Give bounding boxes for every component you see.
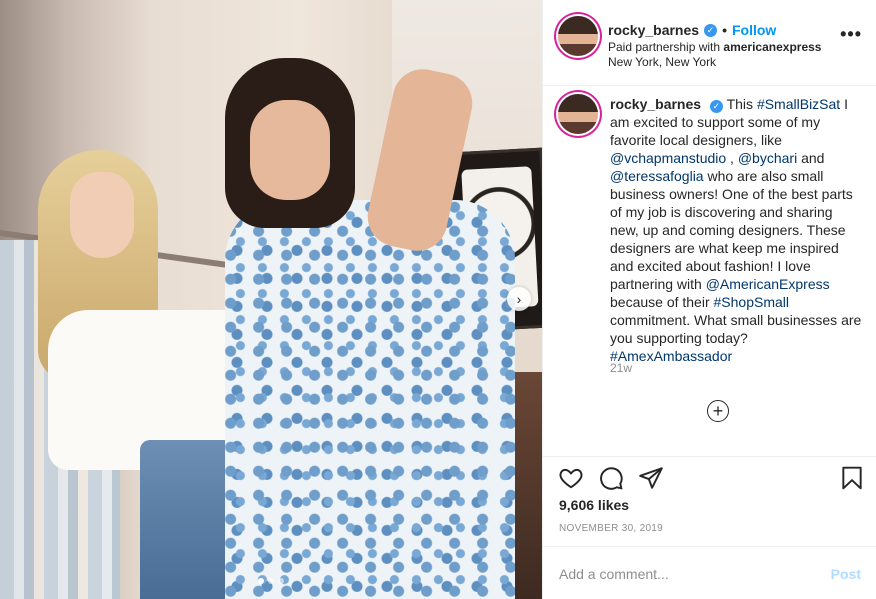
avatar[interactable] bbox=[558, 16, 598, 56]
comment-input[interactable] bbox=[559, 563, 799, 585]
verified-badge-icon: ✓ bbox=[704, 23, 718, 37]
carousel-dot bbox=[268, 578, 274, 584]
header-username[interactable]: rocky_barnes bbox=[608, 22, 699, 38]
header-separator: • bbox=[722, 22, 727, 38]
partnership-prefix: Paid partnership with bbox=[608, 40, 721, 54]
caption-segment: , bbox=[726, 150, 738, 166]
carousel-dot bbox=[258, 578, 264, 584]
partner-link[interactable]: americanexpress bbox=[723, 40, 821, 54]
caption-username[interactable]: rocky_barnes bbox=[610, 96, 701, 112]
carousel-dot bbox=[278, 578, 284, 584]
caption-text: rocky_barnes ✓ This #SmallBizSat I am ex… bbox=[610, 95, 864, 365]
follow-button[interactable]: Follow bbox=[732, 22, 776, 38]
photo-person-right-face bbox=[250, 100, 330, 200]
chevron-right-icon: › bbox=[516, 291, 522, 307]
caption-body: This #SmallBizSat I am excited to suppor… bbox=[610, 96, 861, 364]
post-actions: 9,606 likes NOVEMBER 30, 2019 bbox=[543, 456, 876, 553]
paper-plane-icon[interactable] bbox=[638, 465, 664, 491]
comment-icon[interactable] bbox=[598, 465, 624, 491]
caption-segment: who are also small business owners! One … bbox=[610, 168, 853, 292]
caption-segment: and bbox=[797, 150, 825, 166]
more-options-icon[interactable]: ••• bbox=[840, 24, 862, 45]
paid-partnership: Paid partnership with americanexpress bbox=[608, 40, 821, 54]
verified-badge-icon: ✓ bbox=[709, 99, 723, 113]
caption-link[interactable]: #ShopSmall bbox=[714, 294, 790, 310]
caption-link[interactable]: #SmallBizSat bbox=[757, 96, 840, 112]
plus-icon: + bbox=[712, 401, 724, 421]
post-date: NOVEMBER 30, 2019 bbox=[559, 523, 664, 534]
caption-age: 21w bbox=[610, 361, 633, 375]
post-comment-button[interactable]: Post bbox=[831, 566, 861, 582]
load-more-comments-button[interactable]: + bbox=[707, 400, 729, 422]
comment-box: Post bbox=[543, 546, 876, 599]
caption-link[interactable]: @vchapmanstudio bbox=[610, 150, 726, 166]
header-user-line: rocky_barnes ✓ • Follow bbox=[608, 22, 776, 38]
post-header: rocky_barnes ✓ • Follow Paid partnership… bbox=[543, 0, 876, 86]
likes-count[interactable]: 9,606 likes bbox=[559, 497, 629, 513]
caption-area: rocky_barnes ✓ This #SmallBizSat I am ex… bbox=[543, 86, 876, 456]
heart-icon[interactable] bbox=[558, 465, 584, 491]
photo-person-right-dress bbox=[225, 200, 515, 599]
caption-avatar[interactable] bbox=[558, 94, 598, 134]
carousel-dots bbox=[258, 578, 284, 584]
post-photo[interactable]: › bbox=[0, 0, 542, 599]
location-link[interactable]: New York, New York bbox=[608, 55, 716, 69]
caption-link[interactable]: @teressafoglia bbox=[610, 168, 704, 184]
caption-link[interactable]: @bychari bbox=[738, 150, 797, 166]
carousel-next-button[interactable]: › bbox=[507, 287, 531, 311]
post-side-panel: rocky_barnes ✓ • Follow Paid partnership… bbox=[542, 0, 876, 599]
caption-link[interactable]: @AmericanExpress bbox=[706, 276, 830, 292]
caption-segment: commitment. What small businesses are yo… bbox=[610, 312, 862, 346]
photo-person-left-face bbox=[70, 172, 134, 258]
caption-segment: because of their bbox=[610, 294, 714, 310]
caption-segment: This bbox=[726, 96, 757, 112]
bookmark-icon[interactable] bbox=[839, 465, 865, 491]
